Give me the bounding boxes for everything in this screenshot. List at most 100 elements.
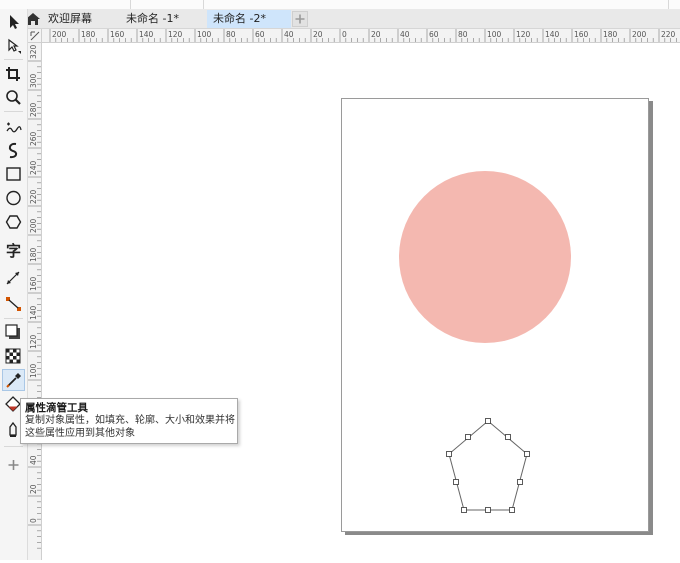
toolbar-separator	[203, 0, 204, 9]
polygon-object[interactable]	[440, 415, 536, 515]
ruler-origin-icon	[30, 31, 40, 41]
vertical-ruler-scale: 3203002802602402202001801601401201008060…	[28, 44, 41, 549]
ruler-label: 120	[516, 30, 531, 39]
ellipse-tool-icon	[6, 190, 21, 206]
add-tab-icon[interactable]	[292, 11, 308, 27]
tab-welcome-screen[interactable]: 欢迎屏幕	[22, 10, 120, 28]
zoom-tool-button[interactable]	[3, 88, 24, 108]
text-tool-glyph: 字	[6, 242, 21, 260]
ruler-label: 40	[400, 30, 410, 39]
shape-tool-icon	[8, 38, 21, 54]
ruler-label: 160	[110, 30, 125, 39]
ruler-label: 80	[226, 30, 236, 39]
parallel-dimension-tool-button[interactable]	[3, 268, 24, 288]
add-tool-icon	[8, 460, 19, 470]
selection-node[interactable]	[461, 507, 467, 513]
zoom-tool-icon	[6, 90, 21, 105]
toolbar-separator	[130, 0, 131, 9]
ruler-label: 200	[632, 30, 647, 39]
eyedropper-tooltip: 属性滴管工具 复制对象属性，如填充、轮廓、大小和效果并将 这些属性应用到其他对象	[20, 398, 238, 444]
tooltip-description-line-1: 复制对象属性，如填充、轮廓、大小和效果并将	[25, 415, 235, 426]
ruler-label: 220	[29, 189, 38, 204]
eyedropper-tool-button[interactable]	[2, 369, 25, 391]
ruler-label: 20	[29, 484, 38, 494]
tab-label: 未命名 -1*	[126, 12, 179, 25]
shape-tool-button[interactable]	[3, 36, 24, 56]
ellipse-object[interactable]	[399, 171, 571, 343]
selection-node[interactable]	[485, 507, 491, 513]
polygon-tool-button[interactable]	[3, 212, 24, 232]
toolbox: 字	[0, 9, 28, 560]
ruler-label: 320	[29, 44, 38, 59]
selection-node[interactable]	[524, 451, 530, 457]
selection-node[interactable]	[505, 434, 511, 440]
horizontal-ruler[interactable]: 200 180 160 140 120 100 80 60 40 20 0 20 40 60 80 100 12…	[28, 29, 680, 43]
artistic-media-tool-icon	[8, 142, 18, 159]
tab-label: 欢迎屏幕	[48, 12, 92, 25]
ruler-label: 0	[342, 30, 347, 39]
ellipse-tool-button[interactable]	[3, 188, 24, 208]
artistic-media-tool-button[interactable]	[3, 140, 24, 160]
ruler-label: 60	[429, 30, 439, 39]
ruler-label: 140	[29, 305, 38, 320]
ruler-label: 60	[255, 30, 265, 39]
ruler-label: 300	[29, 73, 38, 88]
ruler-origin-corner[interactable]	[28, 29, 42, 43]
selection-node[interactable]	[465, 434, 471, 440]
selection-node[interactable]	[517, 479, 523, 485]
selection-node[interactable]	[509, 507, 515, 513]
ruler-label: 120	[168, 30, 183, 39]
add-tool-button[interactable]	[3, 455, 24, 475]
ruler-label: 220	[661, 30, 676, 39]
document-tab-bar: 欢迎屏幕 未命名 -1* 未命名 -2*	[0, 9, 680, 29]
ruler-label: 100	[487, 30, 502, 39]
rectangle-tool-icon	[6, 167, 21, 181]
tooltip-title: 属性滴管工具	[25, 402, 88, 414]
tab-untitled-2[interactable]: 未命名 -2*	[207, 10, 291, 28]
ruler-label: 20	[313, 30, 323, 39]
tab-label: 未命名 -2*	[213, 12, 266, 25]
horizontal-ruler-scale: 200 180 160 140 120 100 80 60 40 20 0 20 40 60 80 100 12…	[49, 29, 677, 42]
ruler-label: 180	[81, 30, 96, 39]
ruler-label: 120	[29, 334, 38, 349]
freehand-tool-icon	[6, 122, 22, 133]
text-tool-button[interactable]: 字	[3, 240, 24, 260]
parallel-dimension-tool-icon	[6, 271, 20, 285]
ruler-label: 280	[29, 102, 38, 117]
ruler-label: 140	[139, 30, 154, 39]
tool-separator	[4, 318, 23, 319]
rectangle-tool-button[interactable]	[3, 164, 24, 184]
tool-separator	[4, 446, 23, 447]
crop-tool-button[interactable]	[3, 64, 24, 84]
tooltip-description-line-2: 这些属性应用到其他对象	[25, 427, 135, 439]
tab-untitled-1[interactable]: 未命名 -1*	[120, 10, 207, 28]
crop-tool-icon	[6, 67, 20, 81]
text-tool-icon: 字	[6, 242, 21, 260]
ruler-label: 0	[29, 518, 38, 523]
ruler-label: 260	[29, 131, 38, 146]
vertical-ruler[interactable]: 3203002802602402202001801601401201008060…	[28, 42, 42, 560]
pick-tool-button[interactable]	[3, 12, 24, 32]
ruler-label: 20	[371, 30, 381, 39]
ruler-label: 200	[29, 218, 38, 233]
ruler-label: 40	[284, 30, 294, 39]
ruler-label: 100	[29, 363, 38, 378]
ruler-label: 140	[545, 30, 560, 39]
tool-separator	[4, 111, 23, 112]
polygon-tool-icon	[5, 215, 22, 229]
connector-tool-button[interactable]	[3, 294, 24, 314]
selection-node[interactable]	[485, 418, 491, 424]
drop-shadow-tool-icon	[5, 324, 20, 339]
drop-shadow-tool-button[interactable]	[3, 322, 24, 342]
selection-node[interactable]	[453, 479, 459, 485]
ruler-label: 200	[52, 30, 67, 39]
ruler-label: 80	[458, 30, 468, 39]
ruler-label: 180	[603, 30, 618, 39]
eyedropper-tool-icon	[6, 373, 21, 388]
selection-node[interactable]	[446, 451, 452, 457]
transparency-tool-button[interactable]	[3, 346, 24, 366]
ruler-label: 100	[197, 30, 212, 39]
transparency-tool-icon	[5, 348, 21, 364]
toolbar-separator	[668, 0, 669, 9]
freehand-tool-button[interactable]	[3, 116, 24, 136]
